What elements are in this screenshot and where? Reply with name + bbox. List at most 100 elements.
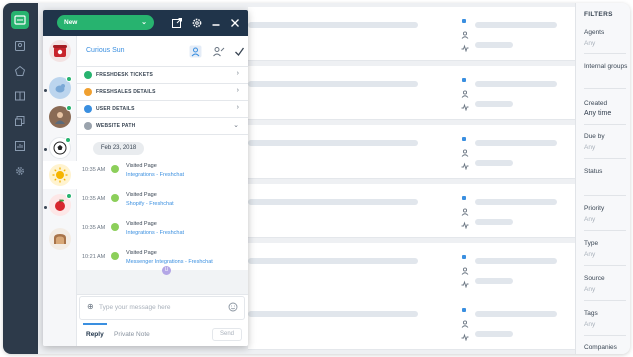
filter-created-label: Created [584, 100, 608, 107]
filter-source-value[interactable]: Any [584, 286, 595, 293]
settings-gear-icon[interactable] [11, 162, 29, 180]
avatar-bread[interactable] [49, 228, 71, 250]
ticket-row[interactable] [248, 7, 575, 61]
status-dropdown[interactable]: New ⌄ [57, 15, 154, 30]
section-freshsales-details[interactable]: FRESHSALES DETAILS › [77, 84, 248, 101]
page-visit-icon [111, 223, 119, 231]
event-title: Visited Page [126, 163, 157, 169]
page-visit-event: 10:35 AM Visited Page Integrations - Fre… [77, 160, 248, 186]
event-link[interactable]: Messenger Integrations - Freshchat [126, 259, 213, 265]
resolve-check-icon[interactable] [233, 45, 246, 58]
reports-icon[interactable] [11, 137, 29, 155]
online-indicator [65, 137, 71, 143]
avatar-person[interactable] [49, 105, 72, 128]
section-label: FRESHDESK TICKETS [96, 72, 154, 78]
conversation-list [43, 36, 77, 346]
ticket-row[interactable] [248, 296, 575, 350]
filter-agents-value[interactable]: Any [584, 40, 595, 47]
activity-icon [461, 103, 469, 111]
filter-priority-label: Priority [584, 205, 605, 212]
contact-bar: Curious Sun [77, 36, 248, 67]
event-link[interactable]: Shopify - Freshchat [126, 201, 174, 207]
filter-due-by-label: Due by [584, 133, 605, 140]
tab-private-note[interactable]: Private Note [114, 331, 150, 338]
user-icon [461, 267, 469, 275]
section-freshdesk-tickets[interactable]: FRESHDESK TICKETS › [77, 67, 248, 84]
minimize-icon[interactable] [210, 17, 222, 29]
widget-header: New ⌄ [43, 10, 248, 36]
send-button[interactable]: Send [212, 328, 242, 341]
chat-widget: New ⌄ Curious Sun FRESHDESK TICKETS › FR… [43, 10, 248, 346]
user-icon [461, 90, 469, 98]
filter-tags-value[interactable]: Any [584, 321, 595, 328]
freshsales-icon [84, 88, 92, 96]
section-user-details[interactable]: USER DETAILS › [77, 101, 248, 118]
external-link-icon[interactable] [171, 17, 183, 29]
tab-reply[interactable]: Reply [86, 331, 104, 338]
activity-icon [461, 44, 469, 52]
filters-panel: FILTERS Agents Any Internal groups Creat… [575, 3, 630, 354]
user-icon [461, 31, 469, 39]
app-frame: FILTERS Agents Any Internal groups Creat… [3, 3, 630, 354]
book-icon[interactable] [11, 87, 29, 105]
event-title: Visited Page [126, 221, 157, 227]
close-icon[interactable] [229, 17, 241, 29]
unread-dot [44, 89, 47, 92]
filter-type-value[interactable]: Any [584, 251, 595, 258]
network-icon[interactable] [11, 62, 29, 80]
contact-name[interactable]: Curious Sun [86, 47, 125, 54]
user-icon [461, 149, 469, 157]
conversation-preview: U [77, 266, 248, 294]
filter-type-label: Type [584, 240, 599, 247]
section-label: USER DETAILS [96, 106, 135, 112]
ticket-row[interactable] [248, 125, 575, 179]
online-indicator [66, 193, 72, 199]
event-link[interactable]: Integrations - Freshchat [126, 230, 184, 236]
contacts-icon[interactable] [11, 37, 29, 55]
event-time: 10:35 AM [82, 167, 106, 173]
filter-companies-label[interactable]: Companies [584, 344, 617, 351]
emoji-icon[interactable] [228, 302, 238, 312]
filter-due-by-value[interactable]: Any [584, 144, 595, 151]
gear-icon[interactable] [191, 17, 203, 29]
page-visit-icon [111, 252, 119, 260]
user-icon [461, 208, 469, 216]
avatar-soccer-ball[interactable] [49, 137, 71, 159]
event-title: Visited Page [126, 250, 157, 256]
chevron-right-icon: › [236, 87, 239, 94]
filter-internal-groups-label[interactable]: Internal groups [584, 63, 627, 70]
filter-priority-value[interactable]: Any [584, 216, 595, 223]
avatar-phone[interactable] [49, 40, 71, 62]
chevron-down-icon: ⌄ [141, 19, 147, 26]
message-composer: ⊕ Type your message here Reply Private N… [77, 294, 248, 346]
ticket-row[interactable] [248, 243, 575, 297]
activity-icon [461, 162, 469, 170]
activity-icon [461, 221, 469, 229]
filter-status-label[interactable]: Status [584, 168, 602, 175]
unread-dot [44, 206, 47, 209]
chat-icon[interactable] [11, 11, 29, 29]
filter-created-value[interactable]: Any time [584, 110, 611, 117]
event-time: 10:35 AM [82, 196, 106, 202]
event-time: 10:35 AM [82, 225, 106, 231]
assign-group-icon[interactable] [212, 45, 225, 58]
event-link[interactable]: Integrations - Freshchat [126, 172, 184, 178]
section-website-path[interactable]: WEBSITE PATH ⌄ [77, 118, 248, 135]
status-label: New [64, 19, 78, 26]
message-input[interactable]: ⊕ Type your message here [79, 296, 245, 320]
avatar-sun[interactable] [49, 164, 71, 186]
ticket-row[interactable] [248, 184, 575, 238]
assign-agent-icon[interactable] [189, 45, 202, 58]
unread-badge: U [162, 266, 171, 275]
copy-icon[interactable] [11, 112, 29, 130]
avatar-apple[interactable] [49, 193, 72, 216]
page-visit-event: 10:35 AM Visited Page Integrations - Fre… [77, 218, 248, 244]
filter-tags-label: Tags [584, 310, 598, 317]
ticket-row[interactable] [248, 66, 575, 120]
filter-agents-label: Agents [584, 29, 605, 36]
avatar-bird[interactable] [49, 76, 72, 99]
page-visit-icon [111, 194, 119, 202]
chevron-right-icon: › [236, 70, 239, 77]
page-visit-icon [111, 165, 119, 173]
add-attachment-icon[interactable]: ⊕ [87, 302, 94, 311]
